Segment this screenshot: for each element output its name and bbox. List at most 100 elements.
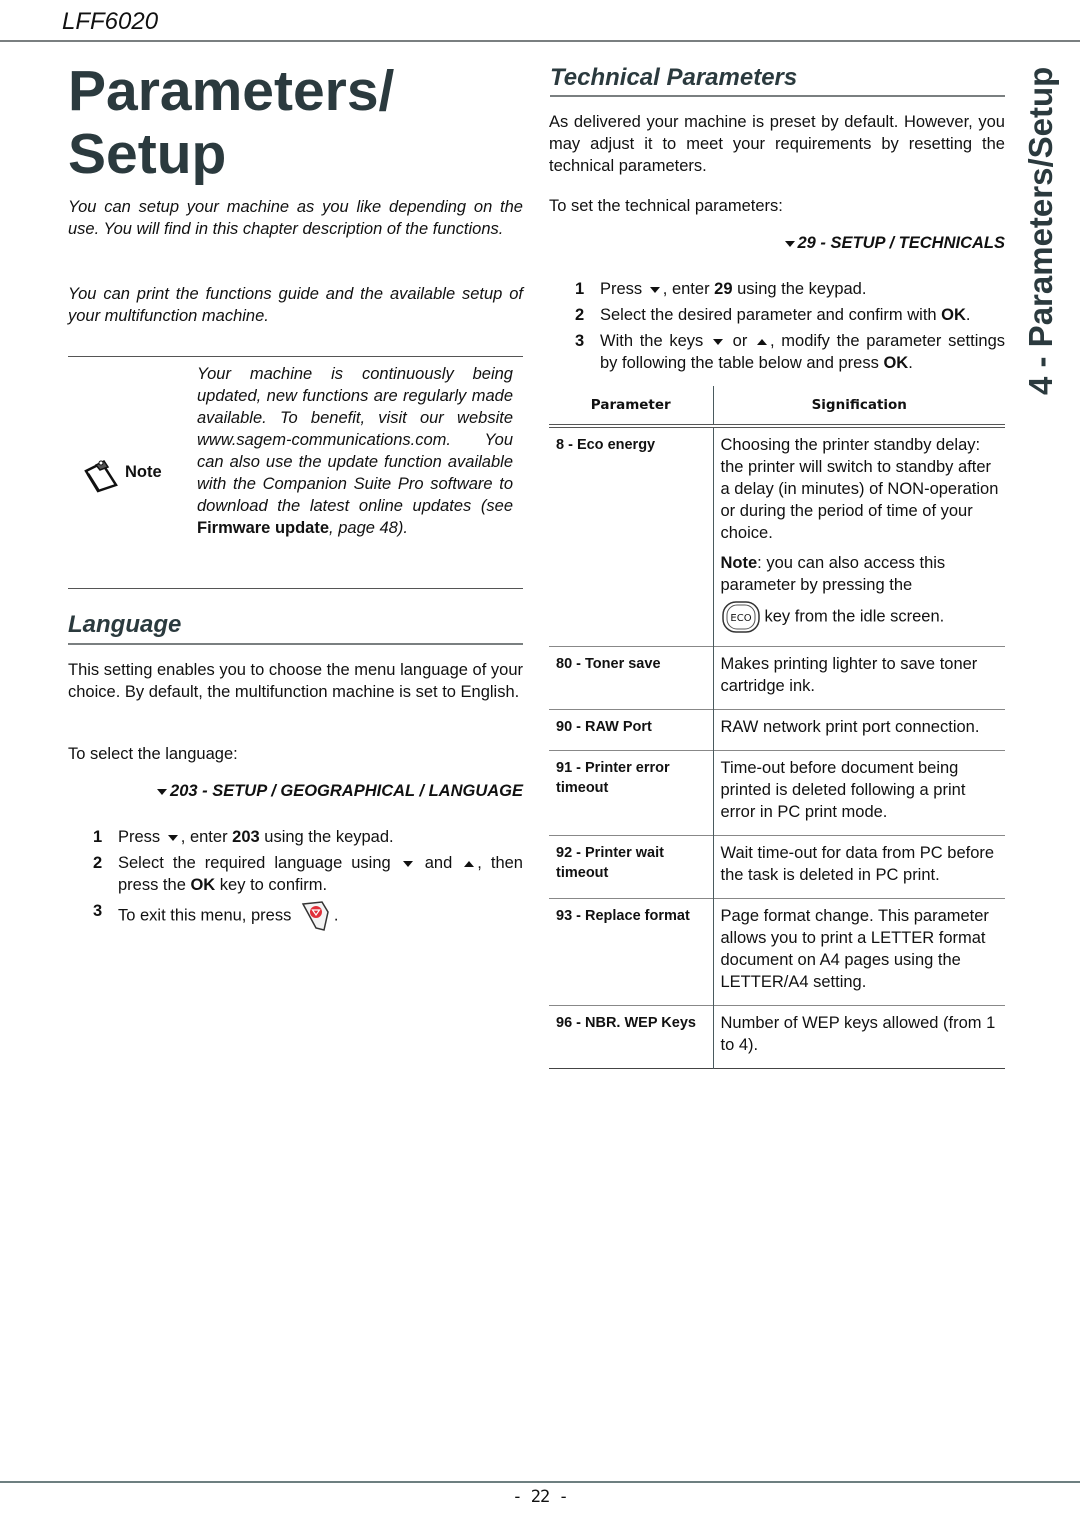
step-text: . xyxy=(965,306,971,324)
column-header-signification: Signification xyxy=(811,397,907,413)
eco-note: Note: you can also access this parameter… xyxy=(721,552,1000,596)
step-text: , enter xyxy=(180,828,233,846)
parameter-name: 96 - NBR. WEP Keys xyxy=(549,1005,714,1069)
language-menu-path: 203 - SETUP / GEOGRAPHICAL / LANGUAGE xyxy=(68,782,523,801)
table-row: 91 - Printer error timeout Time-out befo… xyxy=(549,750,1005,836)
technical-steps: 1 Press , enter 29 using the keypad. 2 S… xyxy=(575,278,1005,378)
ok-key-label: OK xyxy=(883,354,909,372)
parameter-signification: Page format change. This parameter allow… xyxy=(720,907,989,991)
parameter-name: 92 - Printer wait timeout xyxy=(549,835,714,899)
chapter-side-tab: 4 - Parameters/Setup xyxy=(1022,66,1059,395)
up-arrow-icon xyxy=(757,338,768,345)
parameter-signification: Wait time-out for data from PC before th… xyxy=(720,844,995,884)
step-text: or xyxy=(725,332,755,350)
parameter-signification: Time-out before document being printed i… xyxy=(720,759,966,821)
section-divider-technical xyxy=(550,95,1005,97)
step-text: . xyxy=(908,354,913,372)
step-number: 3 xyxy=(575,332,585,350)
section-title-technical-parameters: Technical Parameters xyxy=(550,64,798,91)
parameter-name: 90 - RAW Port xyxy=(549,709,714,751)
note-box: Note Your machine is continuously being … xyxy=(68,356,523,589)
down-arrow-icon xyxy=(712,338,723,345)
chapter-title: Parameters/ Setup xyxy=(68,60,394,186)
note-label: Note xyxy=(125,463,162,481)
technical-step-1: 1 Press , enter 29 using the keypad. xyxy=(575,278,1005,300)
section-divider-language xyxy=(68,643,523,645)
technical-step-3: 3 With the keys or , modify the paramete… xyxy=(575,330,1005,374)
parameter-name: 80 - Toner save xyxy=(549,646,714,710)
footer-divider xyxy=(0,1481,1080,1483)
parameter-signification: Makes printing lighter to save toner car… xyxy=(720,655,978,695)
eco-key-label: ECO xyxy=(730,613,751,624)
technical-step-2: 2 Select the desired parameter and confi… xyxy=(575,304,1005,326)
parameter-signification: Number of WEP keys allowed (from 1 to 4)… xyxy=(720,1014,996,1054)
eco-note-label: Note xyxy=(720,554,758,572)
table-row: 90 - RAW Port RAW network print port con… xyxy=(549,709,1005,751)
note-text-body: Your machine is continuously being updat… xyxy=(197,365,513,515)
table-row: 96 - NBR. WEP Keys Number of WEP keys al… xyxy=(549,1005,1005,1069)
table-row: 92 - Printer wait timeout Wait time-out … xyxy=(549,835,1005,899)
parameter-name: 91 - Printer error timeout xyxy=(549,750,714,836)
technical-instructions-intro: To set the technical parameters: xyxy=(549,197,783,215)
stop-key-icon xyxy=(301,901,329,931)
step-text: Press xyxy=(600,280,643,298)
technical-description: As delivered your machine is preset by d… xyxy=(549,113,1005,175)
step-text: using the keypad. xyxy=(732,280,867,298)
step-number: 2 xyxy=(93,854,103,872)
language-description: This setting enables you to choose the m… xyxy=(68,661,523,701)
note-text-page-ref: , page 48). xyxy=(329,519,408,537)
language-instructions-intro: To select the language: xyxy=(68,745,238,763)
down-arrow-icon xyxy=(157,788,168,795)
table-row: 93 - Replace format Page format change. … xyxy=(549,898,1005,1006)
eco-key-icon: ECO xyxy=(721,601,760,633)
down-arrow-icon xyxy=(784,240,795,247)
language-step-1: 1 Press , enter 203 using the keypad. xyxy=(93,826,523,848)
table-row: 8 - Eco energy Choosing the printer stan… xyxy=(549,426,1005,647)
header-divider xyxy=(0,40,1080,42)
step-text: key to confirm. xyxy=(215,876,328,894)
ok-key-label: OK xyxy=(941,306,966,324)
step-text: Select the desired parameter and confirm… xyxy=(600,306,942,324)
parameters-table: Parameter Signification 8 - Eco energy C… xyxy=(549,386,1005,1069)
table-header-row: Parameter Signification xyxy=(549,386,1005,426)
language-steps: 1 Press , enter 203 using the keypad. 2 … xyxy=(93,826,523,936)
firmware-update-reference: Firmware update xyxy=(197,519,330,537)
step-text: Select the required language using xyxy=(118,854,391,872)
technical-menu-path-text: 29 - SETUP / TECHNICALS xyxy=(797,234,1006,252)
table-row: 80 - Toner save Makes printing lighter t… xyxy=(549,646,1005,710)
section-title-language: Language xyxy=(68,611,182,638)
step-text: . xyxy=(333,906,339,925)
menu-code: 203 xyxy=(232,828,260,846)
up-arrow-icon xyxy=(464,860,475,867)
step-text: , enter xyxy=(662,280,715,298)
parameter-description: Choosing the printer standby delay: the … xyxy=(720,436,999,542)
down-arrow-icon xyxy=(402,860,413,867)
chapter-title-line1: Parameters/ xyxy=(68,59,395,123)
technical-menu-path: 29 - SETUP / TECHNICALS xyxy=(549,234,1005,253)
chapter-title-line2: Setup xyxy=(68,122,227,186)
intro-paragraph-2: You can print the functions guide and th… xyxy=(68,285,523,325)
parameter-signification: RAW network print port connection. xyxy=(720,718,980,736)
step-number: 3 xyxy=(93,902,103,920)
page-number: - 22 - xyxy=(512,1487,568,1507)
column-header-parameter: Parameter xyxy=(549,386,714,426)
language-step-3: 3 To exit this menu, press . xyxy=(93,900,523,932)
menu-code: 29 xyxy=(714,280,733,298)
step-number: 1 xyxy=(575,280,585,298)
step-number: 2 xyxy=(575,306,585,324)
step-text: Press xyxy=(118,828,161,846)
ok-key-label: OK xyxy=(190,876,216,894)
language-menu-path-text: 203 - SETUP / GEOGRAPHICAL / LANGUAGE xyxy=(170,782,523,800)
step-text: using the keypad. xyxy=(259,828,394,846)
step-number: 1 xyxy=(93,828,103,846)
parameter-name: 93 - Replace format xyxy=(549,898,714,1006)
down-arrow-icon xyxy=(649,286,660,293)
parameter-signification: Choosing the printer standby delay: the … xyxy=(713,426,1005,647)
note-text: Your machine is continuously being updat… xyxy=(197,363,513,539)
parameter-name: 8 - Eco energy xyxy=(549,426,714,647)
step-text: With the keys xyxy=(600,332,704,350)
eco-key-line: ECO key from the idle screen. xyxy=(721,600,1000,634)
down-arrow-icon xyxy=(167,834,178,841)
eco-note-after: key from the idle screen. xyxy=(764,607,945,626)
step-text: To exit this menu, press xyxy=(118,906,292,925)
